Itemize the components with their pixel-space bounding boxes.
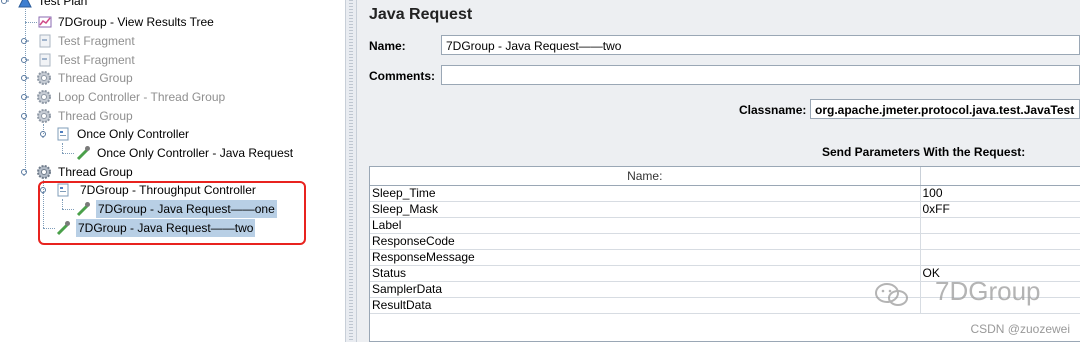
param-name-cell[interactable]: Label: [370, 217, 921, 234]
table-row[interactable]: Label: [370, 217, 1080, 234]
column-header-value[interactable]: [920, 167, 1080, 186]
param-value-cell[interactable]: [920, 249, 1080, 266]
expand-handle-icon[interactable]: [21, 37, 29, 45]
fragment-icon: [37, 33, 53, 49]
expand-handle-icon[interactable]: [21, 74, 29, 82]
tree-node-test-plan[interactable]: Test Plan: [0, 0, 345, 10]
expand-handle-icon[interactable]: [21, 93, 29, 101]
parameters-table[interactable]: Name: Sleep_Time 100 Sleep_Mask 0xFF Label…: [369, 166, 1080, 342]
classname-select[interactable]: org.apache.jmeter.protocol.java.test.Jav…: [810, 99, 1080, 119]
chart-icon: [37, 14, 53, 30]
panel-title: Java Request: [369, 6, 473, 23]
table-row[interactable]: Sleep_Mask 0xFF: [370, 201, 1080, 218]
highlight-box: [38, 181, 306, 245]
classname-label: Classname:: [739, 103, 807, 117]
comments-label: Comments:: [369, 69, 436, 83]
collapse-handle-icon[interactable]: [40, 130, 48, 138]
tree-node-label: Thread Group: [58, 71, 133, 85]
gear-icon: [36, 89, 52, 105]
tree-node-label: 7DGroup - View Results Tree: [58, 15, 214, 29]
tree-node-label: Test Fragment: [58, 34, 135, 48]
table-row[interactable]: ResponseMessage: [370, 249, 1080, 266]
csdn-credit: CSDN @zuozewei: [970, 322, 1070, 336]
collapse-handle-icon[interactable]: [1, 0, 9, 5]
param-value-cell[interactable]: [920, 217, 1080, 234]
param-value-cell[interactable]: 0xFF: [920, 201, 1080, 218]
controller-icon: [55, 126, 71, 142]
param-name-cell[interactable]: ResultData: [370, 297, 921, 314]
collapse-handle-icon[interactable]: [21, 168, 29, 176]
param-value-cell[interactable]: 100: [920, 185, 1080, 202]
column-header-name[interactable]: Name:: [370, 167, 921, 186]
collapse-handle-icon[interactable]: [21, 112, 29, 120]
test-plan-tree[interactable]: Test Plan 7DGroup - View Results Tree Te…: [0, 0, 345, 342]
gear-icon: [36, 108, 52, 124]
param-name-cell[interactable]: Status: [370, 265, 921, 282]
tree-node-label: Once Only Controller: [77, 127, 190, 141]
tree-node-label: Thread Group: [58, 165, 133, 179]
param-value-cell[interactable]: [920, 233, 1080, 250]
expand-handle-icon[interactable]: [21, 56, 29, 64]
tree-node-label: Test Fragment: [58, 53, 135, 67]
tree-node-label: Loop Controller - Thread Group: [58, 90, 226, 104]
sampler-icon: [75, 145, 91, 161]
name-field[interactable]: 7DGroup - Java Request——two: [441, 35, 1080, 55]
gear-icon: [36, 70, 52, 86]
flask-icon: [17, 0, 33, 9]
wechat-watermark-icon: [875, 283, 908, 306]
tree-node-label: Thread Group: [58, 109, 133, 123]
param-name-cell[interactable]: Sleep_Mask: [370, 201, 921, 218]
table-row[interactable]: ResponseCode: [370, 233, 1080, 250]
comments-field[interactable]: [441, 65, 1080, 85]
splitter-grip: [349, 0, 353, 342]
parameters-section-title: Send Parameters With the Request:: [822, 145, 1026, 159]
table-row[interactable]: Sleep_Time 100: [370, 185, 1080, 202]
tree-node-label: Test Plan: [38, 0, 88, 8]
param-name-cell[interactable]: ResponseCode: [370, 233, 921, 250]
name-label: Name:: [369, 39, 406, 53]
param-name-cell[interactable]: Sleep_Time: [370, 185, 921, 202]
param-name-cell[interactable]: SamplerData: [370, 281, 921, 298]
param-name-cell[interactable]: ResponseMessage: [370, 249, 921, 266]
fragment-icon: [37, 52, 53, 68]
java-request-panel: Java Request Name: 7DGroup - Java Reques…: [357, 0, 1080, 342]
pane-splitter[interactable]: [345, 0, 357, 342]
tree-node-label: Once Only Controller - Java Request: [97, 146, 294, 160]
watermark-text: 7DGroup: [935, 276, 1041, 306]
gear-icon: [36, 164, 52, 180]
